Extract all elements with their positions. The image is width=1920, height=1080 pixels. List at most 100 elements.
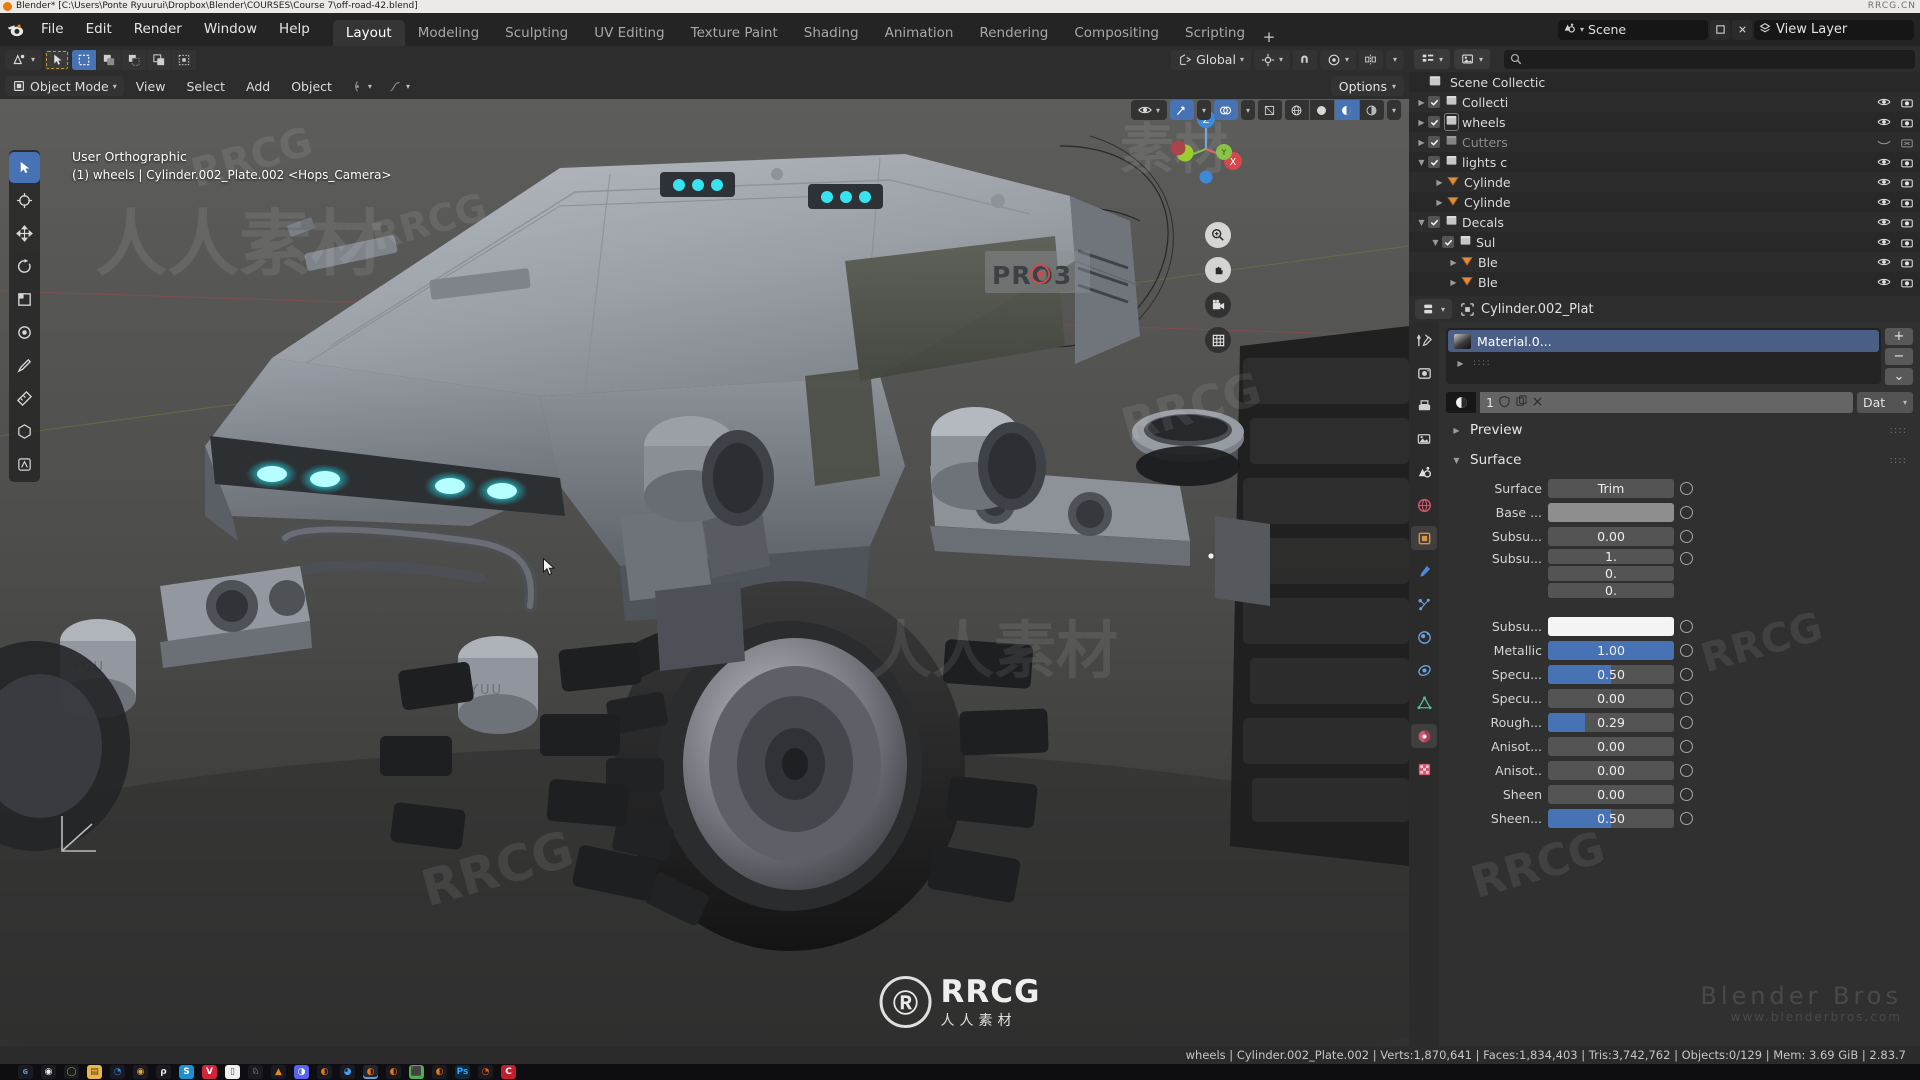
prop-value-specular-tint[interactable]: 0.00 <box>1548 688 1674 708</box>
taskbar-app-pureref[interactable]: ρ <box>156 1065 171 1079</box>
taskbar-app-discord[interactable]: ◑ <box>294 1065 309 1079</box>
material-slot-list[interactable]: Material.0... ▶ :::: <box>1446 328 1881 384</box>
properties-breadcrumb[interactable]: Cylinder.002_Plat <box>1460 302 1594 317</box>
copy-datablock-icon[interactable] <box>1515 394 1528 411</box>
proportional-editing-selector[interactable]: ▾ <box>1319 49 1356 70</box>
prop-value-anisotropic[interactable]: 0.00 <box>1548 736 1674 756</box>
shading-wireframe-icon[interactable] <box>1284 100 1309 120</box>
viewport-extras-selector[interactable]: ▾ <box>1385 49 1404 70</box>
animate-property-icon[interactable] <box>1680 715 1693 729</box>
taskbar-app-firefox[interactable]: ◔ <box>478 1065 493 1079</box>
tool-extras[interactable] <box>9 449 40 480</box>
collection-checkbox[interactable] <box>1428 96 1440 108</box>
tab-constraints[interactable] <box>1411 658 1437 682</box>
prop-value-sheen-tint[interactable]: 0.50 <box>1548 808 1674 828</box>
scene-selector[interactable]: ▾ Scene <box>1558 19 1708 40</box>
collection-checkbox[interactable] <box>1428 136 1440 148</box>
camera-view-icon[interactable] <box>1205 292 1231 318</box>
viewport-options-button[interactable]: Options ▾ <box>1330 76 1404 96</box>
tab-material[interactable] <box>1411 724 1437 748</box>
animate-property-icon[interactable] <box>1680 787 1693 801</box>
tab-particles[interactable] <box>1411 592 1437 616</box>
panel-collapse-triangle-icon[interactable]: ▶ <box>1450 426 1463 435</box>
prop-value-subsurface-color-swatch[interactable] <box>1548 616 1674 636</box>
transform-orientation-selector[interactable]: Global ▾ <box>1171 49 1251 70</box>
taskbar-app-c-app[interactable]: C <box>501 1065 516 1079</box>
expand-triangle-icon[interactable]: ▼ <box>1415 218 1428 227</box>
collection-checkbox[interactable] <box>1428 156 1440 168</box>
shading-solid-icon[interactable] <box>1309 100 1334 120</box>
taskbar-app-notepad[interactable]: ▯ <box>225 1065 240 1079</box>
blender-logo-icon[interactable] <box>0 13 30 46</box>
tab-object[interactable] <box>1411 526 1437 550</box>
datablock-type-selector[interactable]: Dat ▾ <box>1857 392 1913 413</box>
tab-animation[interactable]: Animation <box>872 20 967 46</box>
tool-add-cube[interactable] <box>9 416 40 447</box>
properties-editor[interactable]: ▾ Cylinder.002_Plat Material.0... ▶::::… <box>1409 296 1920 1046</box>
animate-property-icon[interactable] <box>1680 552 1693 565</box>
material-slot-expand-row[interactable]: ▶ :::: <box>1448 352 1879 374</box>
outliner-row-scene[interactable]: ▶ Scene Collectic <box>1409 72 1920 92</box>
mirror-x-icon[interactable] <box>1358 49 1383 70</box>
material-browse-icon[interactable] <box>1446 392 1476 413</box>
outliner-row-cylinder-1[interactable]: ▶ Cylinde <box>1409 172 1920 192</box>
prop-value-surface-type[interactable]: Trim <box>1548 478 1674 498</box>
select-intersect-icon[interactable] <box>172 49 197 70</box>
prop-value-sheen[interactable]: 0.00 <box>1548 784 1674 804</box>
tool-annotate[interactable] <box>9 350 40 381</box>
tab-view-layer[interactable] <box>1411 427 1437 451</box>
outliner-row-collection[interactable]: ▶ Collecti <box>1409 92 1920 112</box>
editor-type-selector[interactable]: ▾ <box>5 49 43 70</box>
outliner-row-cutters[interactable]: ▶ Cutters <box>1409 132 1920 152</box>
outliner-row-decals[interactable]: ▼ Decals <box>1409 212 1920 232</box>
vector-z[interactable]: 0. <box>1548 583 1674 598</box>
expand-triangle-icon[interactable]: ▶ <box>1415 118 1428 127</box>
tab-scene[interactable] <box>1411 460 1437 484</box>
material-slot-specials-button[interactable]: ⌄ <box>1885 368 1913 385</box>
material-slot-item[interactable]: Material.0... <box>1448 330 1879 352</box>
tool-tweak[interactable] <box>9 152 40 183</box>
tab-tool[interactable] <box>1411 328 1437 352</box>
taskbar-app-logitech[interactable]: ɢ <box>18 1065 33 1079</box>
object-mode-selector[interactable]: Object Mode ▾ <box>5 76 124 96</box>
vector-y[interactable]: 0. <box>1548 566 1674 581</box>
outliner-display-mode-selector[interactable]: ▾ <box>1454 49 1491 69</box>
prop-value-anisotropic-rotation[interactable]: 0.00 <box>1548 760 1674 780</box>
expand-triangle-icon[interactable]: ▼ <box>1429 238 1442 247</box>
snap-target-selector[interactable]: ▾ <box>1253 49 1290 70</box>
overlays-options-selector[interactable]: ▾ <box>1240 100 1255 120</box>
animate-property-icon[interactable] <box>1680 619 1693 633</box>
animate-property-icon[interactable] <box>1680 529 1693 543</box>
prop-value-subsurface[interactable]: 0.00 <box>1548 526 1674 546</box>
animate-property-icon[interactable] <box>1680 739 1693 753</box>
expand-triangle-icon[interactable]: ▶ <box>1433 198 1446 207</box>
animate-property-icon[interactable] <box>1680 763 1693 777</box>
tab-modeling[interactable]: Modeling <box>405 20 492 46</box>
select-box-icon[interactable] <box>72 49 97 70</box>
unlink-scene-button[interactable] <box>1732 19 1752 40</box>
tool-measure[interactable] <box>9 383 40 414</box>
outliner-row-wheels[interactable]: ▶ wheels <box>1409 112 1920 132</box>
taskbar-app-nvidia[interactable]: ◯ <box>64 1065 79 1079</box>
tab-modifiers[interactable] <box>1411 559 1437 583</box>
taskbar-app-steelseries[interactable]: ◉ <box>41 1065 56 1079</box>
add-workspace-button[interactable]: + <box>1258 28 1280 46</box>
menu-edit[interactable]: Edit <box>75 13 123 46</box>
outliner-search-input[interactable] <box>1504 49 1915 69</box>
zoom-view-icon[interactable] <box>1205 222 1231 248</box>
shading-material-preview-icon[interactable] <box>1334 100 1359 120</box>
select-invert-icon[interactable] <box>147 49 172 70</box>
panel-collapse-triangle-icon[interactable]: ▼ <box>1450 456 1463 465</box>
taskbar-app-vlc[interactable]: ▲ <box>271 1065 286 1079</box>
expand-triangle-icon[interactable]: ▶ <box>1447 258 1460 267</box>
tab-scripting[interactable]: Scripting <box>1172 20 1258 46</box>
taskbar-app-blender-1[interactable]: ◐ <box>317 1065 332 1079</box>
remove-material-slot-button[interactable]: − <box>1885 348 1913 365</box>
view-layer-selector[interactable]: View Layer <box>1754 19 1914 40</box>
unlink-datablock-icon[interactable] <box>1532 395 1543 410</box>
menu-render[interactable]: Render <box>123 13 193 46</box>
xray-toggle-icon[interactable] <box>1257 100 1282 120</box>
tool-transform[interactable] <box>9 317 40 348</box>
taskbar-app-blender-4[interactable]: ◐ <box>432 1065 447 1079</box>
menu-window[interactable]: Window <box>193 13 268 46</box>
